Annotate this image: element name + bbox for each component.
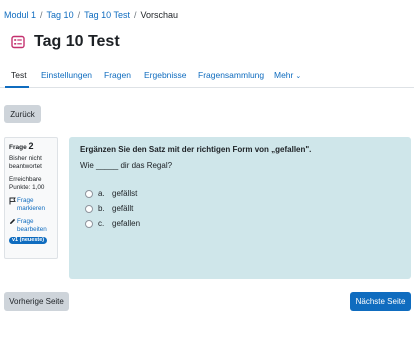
page-title: Tag 10 Test bbox=[34, 33, 120, 50]
answer-option[interactable]: b. gefällt bbox=[80, 201, 400, 216]
next-page-button[interactable]: Nächste Seite bbox=[350, 292, 411, 311]
question-content: Ergänzen Sie den Satz mit der richtigen … bbox=[69, 137, 411, 279]
answer-radio[interactable] bbox=[85, 204, 93, 213]
answer-text: gefällst bbox=[112, 189, 138, 198]
tab-einstellungen[interactable]: Einstellungen bbox=[41, 70, 92, 80]
question-grade: Erreichbare Punkte: 1,00 bbox=[9, 176, 45, 191]
question-state: Bisher nicht beantwortet bbox=[9, 155, 42, 170]
page-header: Tag 10 Test bbox=[10, 33, 120, 51]
edit-question-label: Frage bearbeiten bbox=[17, 218, 47, 233]
tab-fragen[interactable]: Fragen bbox=[104, 70, 131, 80]
edit-question-link[interactable]: Frage bearbeiten bbox=[9, 218, 53, 234]
tab-test[interactable]: Test bbox=[11, 70, 27, 80]
breadcrumb-separator: / bbox=[133, 10, 137, 20]
answer-list: a. gefällst b. gefällt c. gefallen bbox=[80, 186, 400, 231]
question-sentence: Wie _____ dir das Regal? bbox=[80, 161, 173, 170]
answer-radio[interactable] bbox=[85, 219, 93, 228]
breadcrumb-link-modul[interactable]: Modul 1 bbox=[4, 10, 36, 20]
question-number-value: 2 bbox=[28, 141, 34, 151]
active-tab-indicator bbox=[5, 86, 29, 88]
pencil-icon bbox=[9, 218, 17, 234]
chevron-down-icon: ⌄ bbox=[295, 73, 302, 80]
breadcrumb-separator: / bbox=[40, 10, 43, 20]
answer-option[interactable]: a. gefällst bbox=[80, 186, 400, 201]
question-number: Frage 2 bbox=[9, 142, 53, 152]
answer-text: gefallen bbox=[112, 219, 141, 228]
flag-icon bbox=[9, 197, 17, 213]
breadcrumb-current: Vorschau bbox=[140, 10, 179, 20]
breadcrumb: Modul 1/Tag 10/Tag 10 Test / Vorschau bbox=[4, 10, 178, 20]
flag-question-label: Frage markieren bbox=[17, 197, 45, 212]
breadcrumb-link-tag[interactable]: Tag 10 bbox=[47, 10, 74, 20]
question-label: Frage bbox=[9, 144, 27, 151]
tab-ergebnisse[interactable]: Ergebnisse bbox=[144, 70, 187, 80]
tab-fragensammlung[interactable]: Fragensammlung bbox=[198, 70, 264, 80]
answer-letter: a. bbox=[98, 189, 105, 198]
version-badge: v1 (neueste) bbox=[9, 237, 48, 244]
answer-text: gefällt bbox=[112, 204, 134, 213]
breadcrumb-link-test[interactable]: Tag 10 Test bbox=[84, 10, 130, 20]
flag-question-link[interactable]: Frage markieren bbox=[9, 197, 53, 213]
answer-letter: c. bbox=[98, 219, 105, 228]
answer-letter: b. bbox=[98, 204, 105, 213]
question-info-panel: Frage 2 Bisher nicht beantwortet Erreich… bbox=[4, 137, 58, 259]
answer-radio[interactable] bbox=[85, 189, 93, 198]
answer-option[interactable]: c. gefallen bbox=[80, 216, 400, 231]
quiz-icon bbox=[10, 34, 26, 50]
breadcrumb-separator: / bbox=[77, 10, 81, 20]
tab-mehr[interactable]: Mehr ⌄ bbox=[274, 70, 301, 80]
tab-mehr-label: Mehr bbox=[274, 70, 294, 80]
secondary-navigation: Test Einstellungen Fragen Ergebnisse Fra… bbox=[0, 62, 414, 88]
question-instruction: Ergänzen Sie den Satz mit der richtigen … bbox=[80, 145, 312, 154]
previous-page-button[interactable]: Vorherige Seite bbox=[4, 292, 69, 311]
back-button[interactable]: Zurück bbox=[4, 105, 41, 123]
